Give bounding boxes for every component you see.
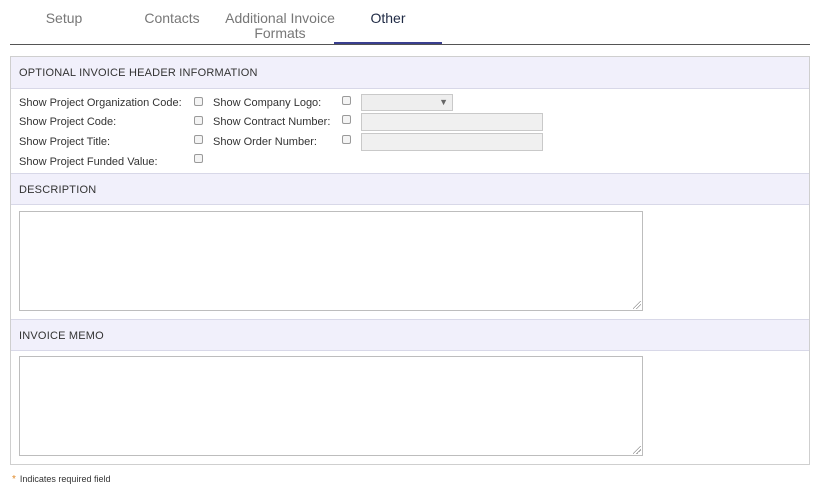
required-field-note: * Indicates required field [12,474,110,485]
resize-grip-icon[interactable] [633,446,641,454]
chevron-down-icon: ▼ [439,97,448,107]
section-header-optional-invoice-header: OPTIONAL INVOICE HEADER INFORMATION [11,57,809,89]
label-show-project-code: Show Project Code: [19,116,117,128]
form-panel: OPTIONAL INVOICE HEADER INFORMATION Show… [10,56,810,465]
description-textarea[interactable] [19,211,643,311]
contract-number-input[interactable] [361,113,543,131]
checkbox-show-order-number[interactable] [342,135,351,144]
checkbox-show-company-logo[interactable] [342,96,351,105]
tab-bar: Setup Contacts Additional Invoice Format… [10,0,810,45]
checkbox-show-project-funded-value[interactable] [194,154,203,163]
label-show-project-title: Show Project Title: [19,136,111,148]
label-show-order-number: Show Order Number: [213,136,317,148]
section-header-description: DESCRIPTION [11,173,809,205]
checkbox-show-contract-number[interactable] [342,115,351,124]
checkbox-show-project-code[interactable] [194,116,203,125]
tab-contacts[interactable]: Contacts [136,11,208,26]
label-show-company-logo: Show Company Logo: [213,97,322,109]
checkbox-show-project-title[interactable] [194,135,203,144]
section-header-invoice-memo: INVOICE MEMO [11,319,809,351]
checkbox-show-project-organization-code[interactable] [194,97,203,106]
company-logo-select[interactable]: ▼ [361,94,453,111]
required-asterisk: * [12,474,16,485]
label-show-project-funded-value: Show Project Funded Value: [19,156,158,168]
tab-additional-invoice-formats[interactable]: Additional Invoice Formats [224,11,336,41]
tab-other[interactable]: Other [350,11,426,26]
invoice-memo-textarea[interactable] [19,356,643,456]
resize-grip-icon[interactable] [633,301,641,309]
label-show-project-organization-code: Show Project Organization Code: [19,97,182,109]
label-show-contract-number: Show Contract Number: [213,116,331,128]
tab-setup[interactable]: Setup [30,11,98,26]
active-tab-indicator [334,42,442,44]
required-field-text: Indicates required field [19,474,111,484]
order-number-input[interactable] [361,133,543,151]
